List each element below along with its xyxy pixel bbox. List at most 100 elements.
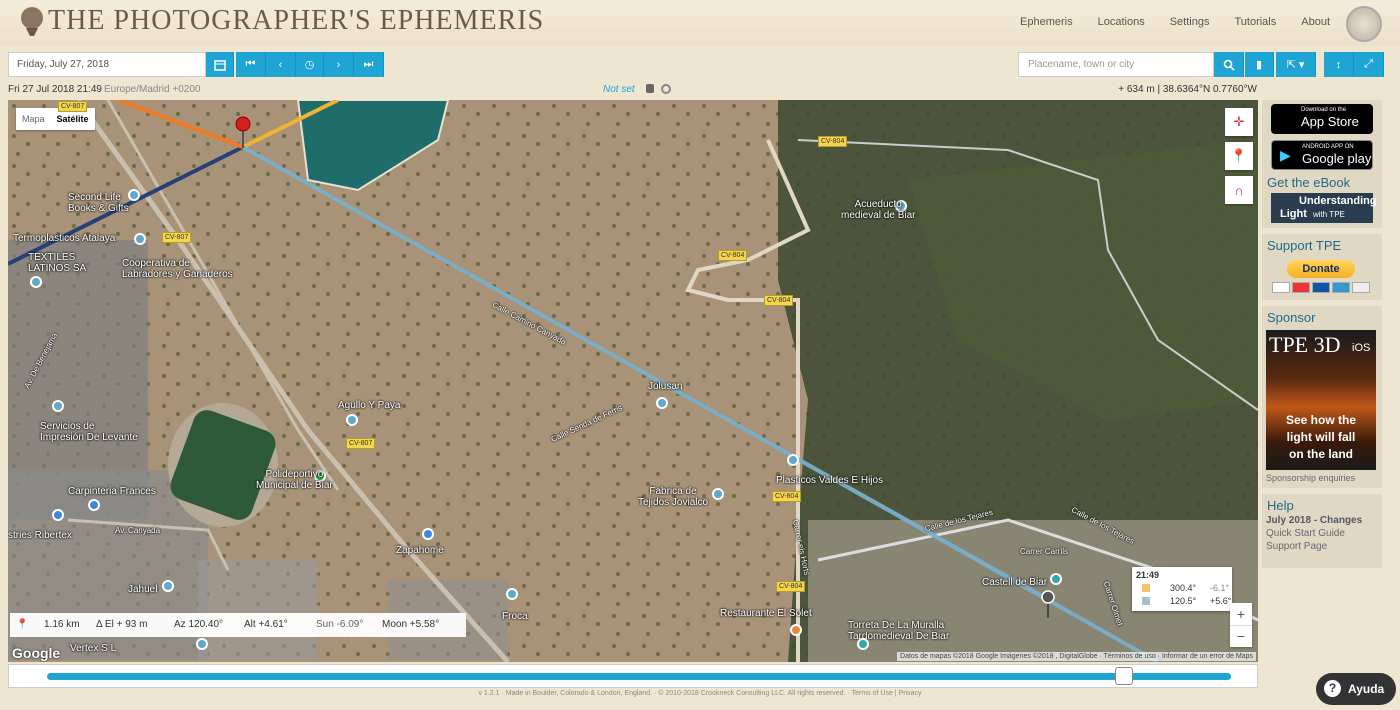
road-badge: CV-807	[58, 101, 88, 112]
poi-marker[interactable]	[52, 509, 64, 521]
satellite-imagery	[8, 100, 1258, 662]
terms-link[interactable]: Terms of Use	[852, 690, 893, 697]
nav-locations[interactable]: Locations	[1098, 16, 1145, 28]
place-pin-button[interactable]: 📍	[1225, 142, 1253, 170]
poi-marker[interactable]	[787, 454, 799, 466]
sponsor-banner[interactable]: TPE 3D iOS See how the light will fall o…	[1266, 330, 1376, 470]
slider-track[interactable]	[47, 673, 1231, 680]
help-link-changes[interactable]: July 2018 - Changes	[1266, 515, 1382, 526]
poi-marker[interactable]	[88, 499, 100, 511]
poi-marker[interactable]	[52, 400, 64, 412]
map-label[interactable]: Jahuel	[128, 584, 157, 595]
help-link-support[interactable]: Support Page	[1266, 541, 1382, 552]
help-button[interactable]: ? Ayuda	[1316, 673, 1396, 705]
footer-text: v 1.2.1 · Made in Boulder, Colorado & Lo…	[478, 690, 852, 697]
google-play-button[interactable]: ▶ ANDROID APP ON Google play	[1271, 140, 1373, 170]
payment-cards	[1272, 282, 1370, 293]
not-set-link[interactable]: Not set	[603, 84, 635, 95]
map-label[interactable]: Second Life Books & Gifts	[68, 192, 129, 214]
map-label[interactable]: Polideportivo Municipal de Biar	[256, 469, 333, 491]
secondary-pin-icon[interactable]	[1040, 590, 1056, 618]
step-back-button[interactable]: ‹	[266, 52, 296, 77]
nav-about[interactable]: About	[1301, 16, 1330, 28]
zoom-in-button[interactable]: +	[1230, 603, 1252, 625]
map-label[interactable]: Acueducto medieval de Biar	[841, 199, 915, 221]
moon-azimuth: 120.5°	[1170, 596, 1197, 606]
map-label[interactable]: Vertex S L	[70, 643, 116, 654]
step-forward-button[interactable]: ›	[324, 52, 354, 77]
map-label[interactable]: Servicios de Impresión De Levante	[40, 421, 138, 443]
map-label[interactable]: Carpinteria Frances	[68, 486, 156, 497]
primary-pin-icon[interactable]	[234, 116, 252, 148]
vertical-resize-button[interactable]: ↕	[1324, 52, 1354, 77]
map-label[interactable]: Zapahome	[396, 545, 444, 556]
chevron-right-icon: ›	[336, 58, 341, 71]
sponsor-heading: TPE 3D	[1269, 332, 1341, 357]
now-button[interactable]: ◷	[296, 52, 324, 77]
camel-logo-icon[interactable]	[1346, 6, 1382, 42]
road-badge: CV-804	[772, 491, 802, 502]
discover-icon	[1352, 282, 1370, 293]
bookmark-button[interactable]: ▮	[1245, 52, 1274, 77]
map-attribution[interactable]: Datos de mapas ©2018 Google Imágenes ©20…	[897, 652, 1256, 661]
map-label[interactable]: Termoplasticos Atalaya	[13, 233, 115, 244]
share-button[interactable]: ⇱ ▾	[1276, 52, 1316, 77]
map-label[interactable]: Fabrica de Tejidos Jovialco	[638, 486, 708, 508]
nav-settings[interactable]: Settings	[1170, 16, 1210, 28]
app-store-button[interactable]: Download on the App Store	[1271, 104, 1373, 134]
zoom-out-button[interactable]: −	[1230, 625, 1252, 647]
timezone: Europe/Madrid +0200	[104, 84, 201, 95]
poi-marker[interactable]	[506, 588, 518, 600]
map-label[interactable]: Castell de Biar	[982, 577, 1047, 588]
center-target-button[interactable]: ✛	[1225, 108, 1253, 136]
nav-tutorials[interactable]: Tutorials	[1234, 16, 1276, 28]
poi-marker[interactable]	[30, 276, 42, 288]
road-badge: CV-807	[346, 438, 376, 449]
sponsorship-link[interactable]: Sponsorship enquiries	[1266, 473, 1355, 483]
geodetics-button[interactable]: ∩	[1225, 176, 1253, 204]
sponsor-text: See how the light will fall on the land	[1285, 413, 1356, 461]
visa-icon	[1272, 282, 1290, 293]
donate-button[interactable]: Donate	[1287, 260, 1355, 278]
poi-marker[interactable]	[196, 638, 208, 650]
poi-marker[interactable]	[162, 580, 174, 592]
date-input[interactable]: Friday, July 27, 2018	[8, 52, 206, 77]
poi-marker[interactable]	[346, 414, 358, 426]
poi-marker[interactable]	[790, 624, 802, 636]
time-popup: 21:49 300.4° -6.1° 120.5° +5.6°	[1132, 567, 1232, 611]
poi-marker[interactable]	[712, 488, 724, 500]
pin-icon: 📍	[1230, 148, 1248, 163]
poi-marker[interactable]	[134, 233, 146, 245]
poi-marker[interactable]	[128, 189, 140, 201]
map-label[interactable]: Cooperativa de Labradores y Ganaderos	[122, 258, 233, 280]
map-type-map[interactable]: Mapa	[16, 108, 51, 130]
map-label[interactable]: stries Ribertex	[8, 530, 72, 541]
ebook-title: Get the eBook	[1267, 175, 1351, 190]
map-label[interactable]: Plasticos Valdes E Hijos	[776, 475, 883, 486]
map-label[interactable]: Jolusan	[648, 381, 682, 392]
calendar-button[interactable]	[206, 52, 234, 77]
map-label[interactable]: Froca	[502, 611, 528, 622]
privacy-link[interactable]: Privacy	[899, 690, 922, 697]
ebook-button[interactable]: Understanding Light with TPE	[1271, 193, 1377, 223]
fullscreen-button[interactable]: ⤢	[1354, 52, 1384, 77]
map-label[interactable]: Restaurante El Solet	[720, 608, 812, 619]
search-input[interactable]: Placename, town or city	[1018, 52, 1214, 77]
slider-thumb[interactable]	[1115, 667, 1134, 685]
poi-marker[interactable]	[656, 397, 668, 409]
app-title[interactable]: THE PHOTOGRAPHER'S EPHEMERIS	[48, 5, 544, 37]
map-label[interactable]: TEXTILES LATINOS SA	[28, 252, 86, 274]
map-view[interactable]: Mapa Satélite ✛ 📍 ∩ Second Life Books & …	[8, 100, 1258, 662]
toggle-icon[interactable]	[661, 84, 671, 94]
poi-marker[interactable]	[857, 638, 869, 650]
poi-marker[interactable]	[1050, 573, 1062, 585]
lock-icon[interactable]	[646, 84, 654, 93]
nav-ephemeris[interactable]: Ephemeris	[1020, 16, 1073, 28]
map-label[interactable]: Agullo Y Paya	[338, 400, 400, 411]
current-datetime: Fri 27 Jul 2018 21:49	[8, 84, 102, 95]
skip-forward-button[interactable]: ⏭	[354, 52, 384, 77]
help-link-quickstart[interactable]: Quick Start Guide	[1266, 528, 1382, 539]
poi-marker[interactable]	[422, 528, 434, 540]
search-button[interactable]	[1214, 52, 1244, 77]
skip-back-button[interactable]: ⏮	[236, 52, 266, 77]
